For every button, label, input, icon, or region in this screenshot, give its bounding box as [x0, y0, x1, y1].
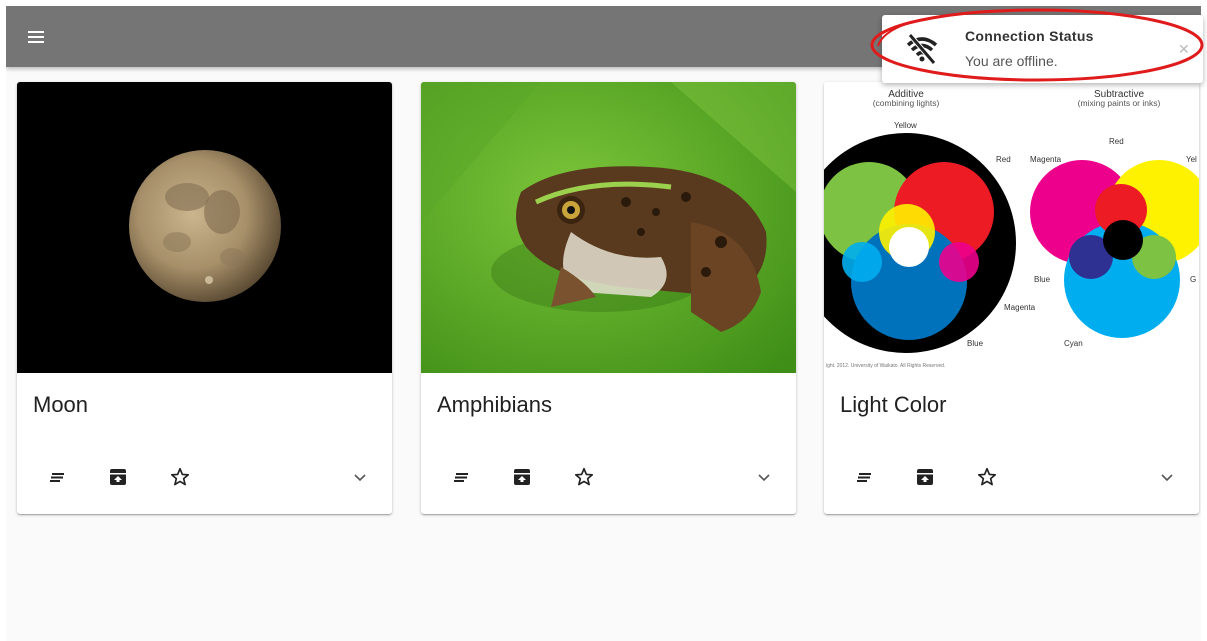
- star-outline-icon[interactable]: [564, 457, 604, 497]
- card-title: Light Color: [840, 392, 947, 417]
- label-blue: Blue: [967, 339, 984, 348]
- label-cyan-2: Cyan: [1064, 339, 1083, 348]
- chevron-down-icon[interactable]: [744, 457, 784, 497]
- wifi-off-icon: [902, 29, 942, 69]
- card-title: Moon: [33, 392, 89, 417]
- card-amphibians: Amphibians: [421, 82, 796, 514]
- card-actions: [421, 457, 796, 497]
- label-red-2: Red: [1109, 137, 1124, 146]
- chevron-down-icon[interactable]: [340, 457, 380, 497]
- notes-icon[interactable]: [441, 457, 481, 497]
- label-yel-2: Yel: [1186, 155, 1197, 164]
- card-title: Amphibians: [437, 392, 552, 417]
- notes-icon[interactable]: [844, 457, 884, 497]
- connection-toast: Connection Status You are offline. ✕: [882, 15, 1203, 83]
- card-light-color: Additive (combining lights) Subtractive …: [824, 82, 1199, 514]
- notes-icon[interactable]: [37, 457, 77, 497]
- star-outline-icon[interactable]: [160, 457, 200, 497]
- close-icon[interactable]: ✕: [1178, 41, 1190, 58]
- app-root: Moon Amphibians Additive (combining ligh…: [6, 6, 1201, 641]
- label-magenta: Magenta: [1004, 303, 1036, 312]
- card-actions: [824, 457, 1199, 497]
- label-magenta-2: Magenta: [1030, 155, 1062, 164]
- archive-icon[interactable]: [905, 457, 945, 497]
- subtractive-subtitle: (mixing paints or inks): [1078, 98, 1161, 108]
- moon-photo: [17, 82, 392, 373]
- label-red: Red: [996, 155, 1011, 164]
- toast-title: Connection Status: [965, 28, 1094, 44]
- chevron-down-icon[interactable]: [1147, 457, 1187, 497]
- card-moon: Moon: [17, 82, 392, 514]
- archive-icon[interactable]: [98, 457, 138, 497]
- archive-icon[interactable]: [502, 457, 542, 497]
- menu-icon[interactable]: [26, 26, 48, 48]
- diagram-copyright: ight. 2012. University of Waikato. All R…: [826, 363, 945, 369]
- card-actions: [17, 457, 392, 497]
- label-g-2: G: [1190, 275, 1196, 284]
- label-yellow: Yellow: [894, 121, 917, 130]
- additive-subtitle: (combining lights): [873, 98, 940, 108]
- frog-photo: [421, 82, 796, 373]
- star-outline-icon[interactable]: [967, 457, 1007, 497]
- toast-message: You are offline.: [965, 53, 1058, 69]
- color-mixing-diagram: Additive (combining lights) Subtractive …: [824, 82, 1199, 373]
- label-blue-2: Blue: [1034, 275, 1051, 284]
